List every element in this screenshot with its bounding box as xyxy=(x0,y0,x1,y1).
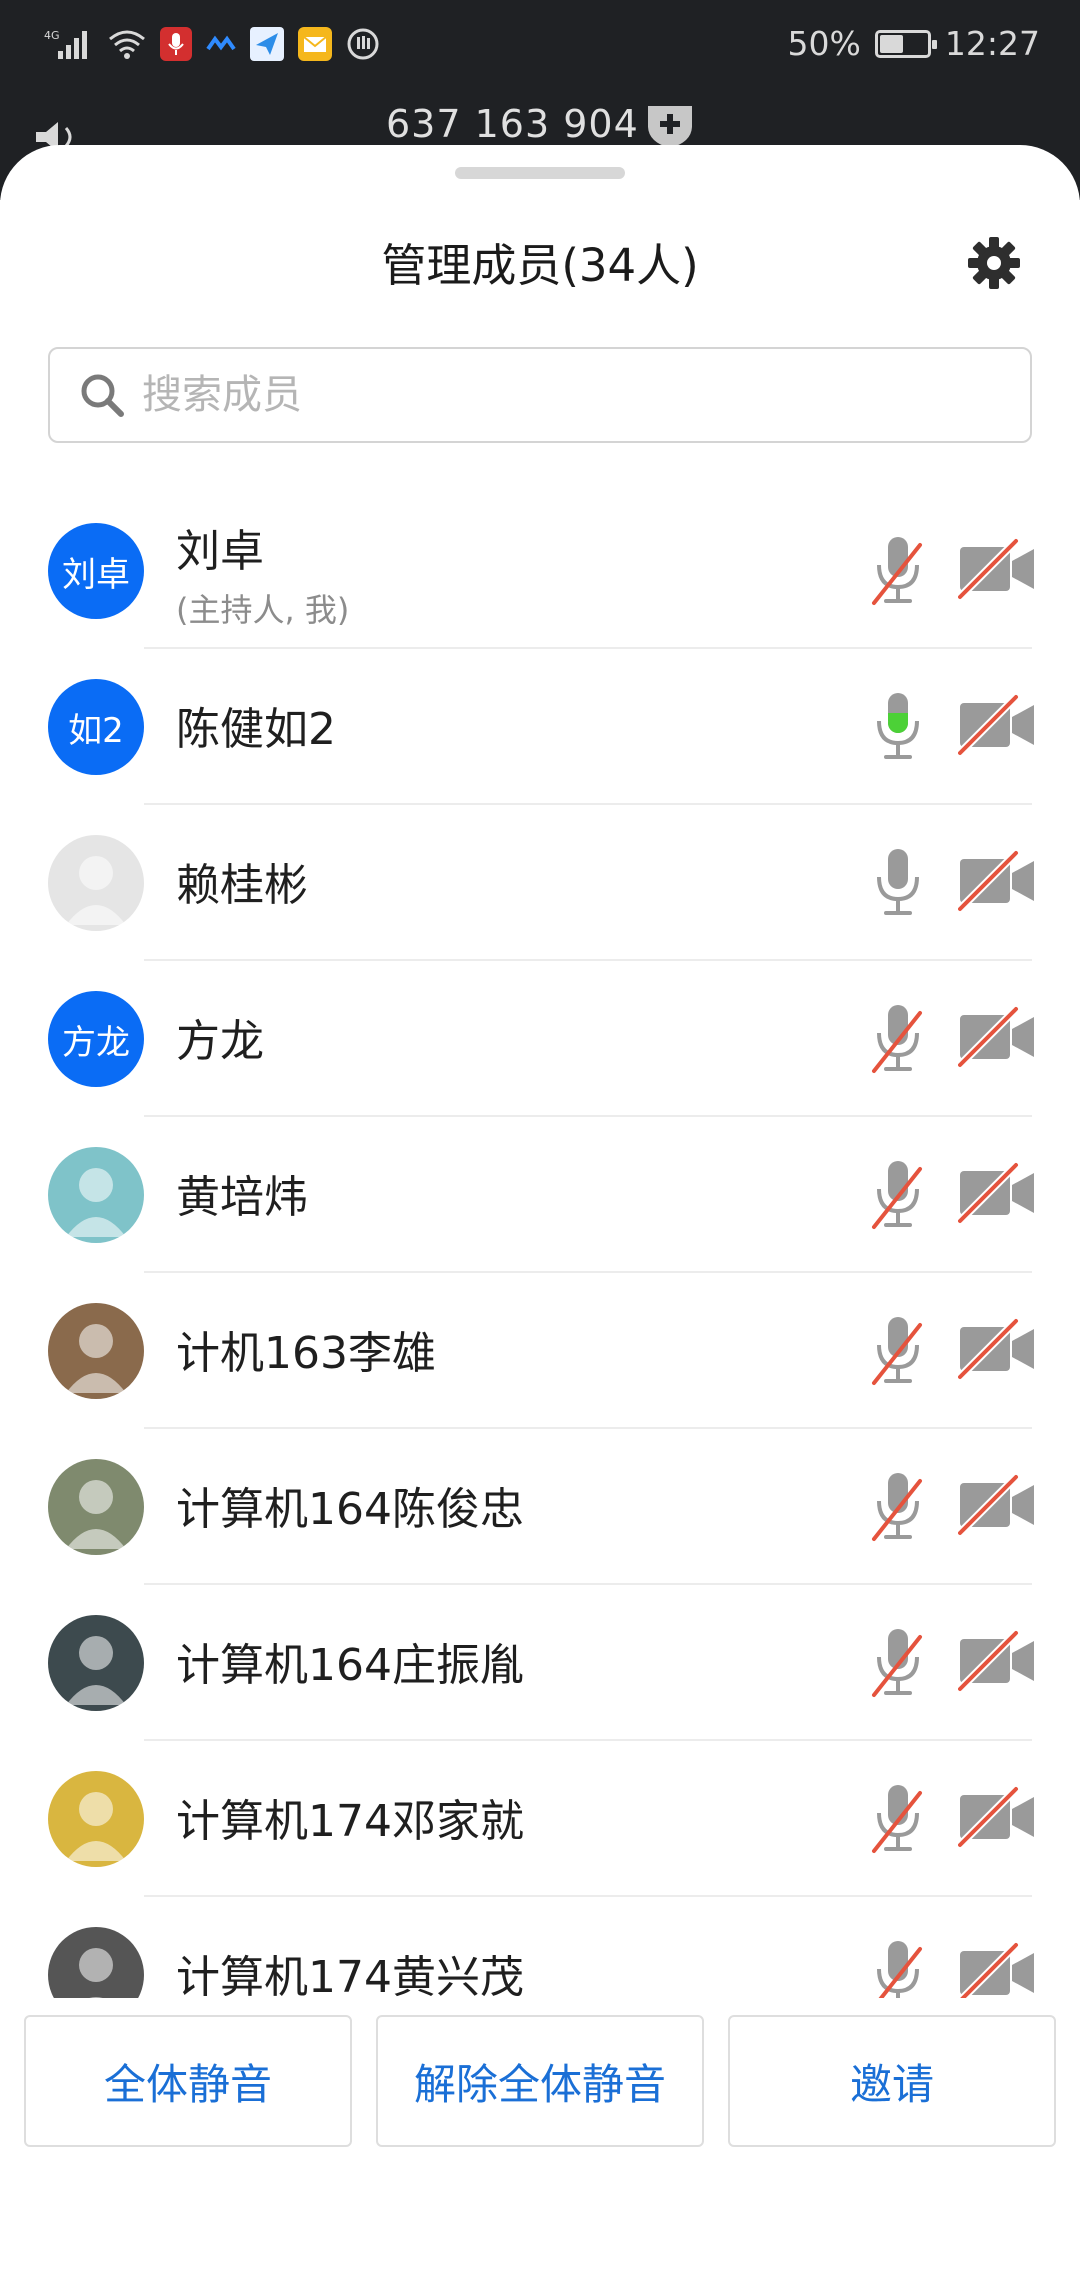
hand-app-icon xyxy=(346,26,380,62)
send-app-icon xyxy=(250,26,284,62)
battery-icon xyxy=(874,29,937,58)
member-name: 计机163李雄 xyxy=(176,1328,436,1379)
camera-off-icon[interactable] xyxy=(958,1941,1036,1998)
member-name: 方龙 xyxy=(176,1016,264,1067)
mute-all-button[interactable]: 全体静音 xyxy=(24,2015,352,2147)
member-avatar[interactable]: 刘卓 xyxy=(48,523,144,619)
member-avatar[interactable] xyxy=(48,1771,144,1867)
app-notification-icon xyxy=(206,26,236,62)
member-row[interactable]: 黄培炜 xyxy=(0,1117,1080,1273)
member-name: 陈健如2 xyxy=(176,704,336,755)
search-icon xyxy=(81,374,124,417)
member-name: 计算机164陈俊忠 xyxy=(176,1484,524,1535)
camera-off-icon[interactable] xyxy=(958,849,1036,913)
mic-muted-icon[interactable] xyxy=(868,1157,928,1233)
member-avatar[interactable] xyxy=(48,1459,144,1555)
mic-icon[interactable] xyxy=(868,845,928,921)
member-avatar[interactable] xyxy=(48,1615,144,1711)
member-role: (主持人, 我) xyxy=(176,591,350,629)
member-avatar[interactable] xyxy=(48,1147,144,1243)
camera-off-icon[interactable] xyxy=(958,1473,1036,1537)
recording-mic-icon xyxy=(160,26,192,62)
mic-muted-icon[interactable] xyxy=(868,1001,928,1077)
unmute-all-button[interactable]: 解除全体静音 xyxy=(376,2015,704,2147)
sheet-grabber-handle[interactable] xyxy=(455,167,625,179)
user-silhouette-icon xyxy=(66,1636,126,1705)
status-right: 50% 12:27 xyxy=(788,24,1040,63)
avatar-initials: 方龙 xyxy=(62,1022,130,1063)
sheet-title: 管理成员(34人) xyxy=(381,239,699,292)
member-list[interactable]: 刘卓 刘卓 (主持人, 我) 如2 陈健如2 赖桂彬 方龙 方龙 黄培炜 计机163李雄 计算机16… xyxy=(0,493,1080,1998)
settings-button[interactable] xyxy=(962,231,1026,295)
camera-off-icon[interactable] xyxy=(958,1317,1036,1381)
security-shield-icon[interactable] xyxy=(644,102,696,148)
user-silhouette-icon xyxy=(66,856,126,925)
svg-text:4G: 4G xyxy=(44,29,60,42)
gear-icon xyxy=(968,237,1020,289)
camera-off-icon[interactable] xyxy=(958,1161,1036,1225)
signal-icon: 4G xyxy=(44,26,94,62)
status-icons: 4G xyxy=(44,26,380,62)
search-input[interactable] xyxy=(142,372,942,418)
avatar-initials: 刘卓 xyxy=(62,554,130,595)
mic-muted-icon[interactable] xyxy=(868,1625,928,1701)
member-avatar[interactable]: 方龙 xyxy=(48,991,144,1087)
member-row[interactable]: 计机163李雄 xyxy=(0,1273,1080,1429)
camera-off-icon[interactable] xyxy=(958,693,1036,757)
user-silhouette-icon xyxy=(66,1168,126,1237)
wifi-icon xyxy=(108,26,146,62)
mic-muted-icon[interactable] xyxy=(868,1781,928,1857)
status-bar: 4G 50% 12:27 xyxy=(0,0,1080,92)
invite-button[interactable]: 邀请 xyxy=(728,2015,1056,2147)
mic-muted-icon[interactable] xyxy=(868,1937,928,1998)
search-box[interactable] xyxy=(48,347,1032,443)
mic-muted-icon[interactable] xyxy=(868,533,928,609)
member-row[interactable]: 计算机174邓家就 xyxy=(0,1741,1080,1897)
member-row[interactable]: 计算机164庄振胤 xyxy=(0,1585,1080,1741)
member-row[interactable]: 赖桂彬 xyxy=(0,805,1080,961)
user-silhouette-icon xyxy=(66,1792,126,1861)
camera-off-icon[interactable] xyxy=(958,1785,1036,1849)
mail-icon xyxy=(298,26,332,62)
camera-off-icon[interactable] xyxy=(958,537,1036,601)
action-bar: 全体静音 解除全体静音 邀请 xyxy=(0,2015,1080,2280)
member-name: 计算机174黄兴茂 xyxy=(176,1952,524,1998)
member-avatar[interactable] xyxy=(48,835,144,931)
member-avatar[interactable] xyxy=(48,1927,144,1998)
member-name: 黄培炜 xyxy=(176,1172,308,1223)
battery-percent: 50% xyxy=(787,24,861,63)
member-row[interactable]: 如2 陈健如2 xyxy=(0,649,1080,805)
member-row[interactable]: 计算机164陈俊忠 xyxy=(0,1429,1080,1585)
clock: 12:27 xyxy=(944,24,1040,63)
mic-speaking-icon[interactable] xyxy=(868,689,928,765)
camera-off-icon[interactable] xyxy=(958,1005,1036,1069)
user-silhouette-icon xyxy=(66,1324,126,1393)
meeting-id[interactable]: 637 163 904 xyxy=(386,102,639,146)
member-avatar[interactable] xyxy=(48,1303,144,1399)
manage-members-sheet: 管理成员(34人) 刘卓刘卓(主持人, 我)如2陈健如2赖桂彬方龙方龙黄培炜计机… xyxy=(0,145,1080,2280)
camera-off-icon[interactable] xyxy=(958,1629,1036,1693)
member-avatar[interactable]: 如2 xyxy=(48,679,144,775)
user-silhouette-icon xyxy=(66,1480,126,1549)
avatar-initials: 如2 xyxy=(68,710,124,751)
user-silhouette-icon xyxy=(79,1948,113,1998)
member-name: 赖桂彬 xyxy=(176,860,308,911)
member-name: 刘卓 xyxy=(176,526,264,577)
mic-muted-icon[interactable] xyxy=(868,1469,928,1545)
battery-fill xyxy=(879,34,903,53)
mic-muted-icon[interactable] xyxy=(868,1313,928,1389)
member-name: 计算机164庄振胤 xyxy=(176,1640,524,1691)
member-name: 计算机174邓家就 xyxy=(176,1796,524,1847)
member-row[interactable]: 方龙 方龙 xyxy=(0,961,1080,1117)
member-row[interactable]: 计算机174黄兴茂 xyxy=(0,1897,1080,1998)
member-row[interactable]: 刘卓 刘卓 (主持人, 我) xyxy=(0,493,1080,649)
